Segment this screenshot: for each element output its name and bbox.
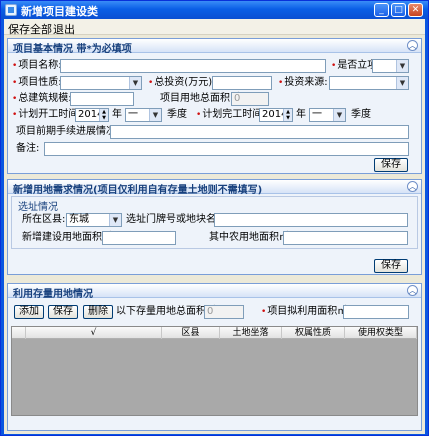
delete-button[interactable]: 删除 [83, 305, 113, 319]
new-area-input[interactable] [102, 231, 176, 245]
investment-label: •总投资(万元): [148, 77, 216, 88]
farmland-input[interactable] [283, 231, 408, 245]
stock-land-title: 利用存量用地情况 [13, 289, 93, 300]
remarks-input[interactable] [44, 142, 409, 156]
stock-land-header: 利用存量用地情况 ︿ [8, 284, 421, 300]
farmland-label: 其中农用地面积㎡: [209, 232, 293, 243]
chevron-down-icon: ▼ [333, 109, 345, 121]
stock-total-input[interactable]: 0 [204, 305, 244, 319]
client-area: 保存全部 退出 项目基本情况 带*为必填项 ︿ •项目名称: •是否立项: ▼ … [4, 19, 425, 434]
new-land-header: 新增用地需求情况(项目仅利用自有存量土地则不需填写) ︿ [8, 180, 421, 196]
stock-land-table[interactable]: √ 区县 土地坐落 权属性质 使用权类型 [11, 326, 418, 416]
title-bar: 新增项目建设类 _ □ ✕ [1, 1, 428, 19]
chevron-down-icon: ▼ [396, 60, 408, 72]
planned-area-input[interactable] [343, 305, 409, 319]
investment-source-select[interactable]: ▼ [329, 76, 409, 90]
end-quarter-unit: 季度 [351, 109, 371, 120]
basic-info-panel: 项目基本情况 带*为必填项 ︿ •项目名称: •是否立项: ▼ •项目性质: ▼… [7, 38, 422, 174]
column-header-use-right[interactable]: 使用权类型 [345, 327, 417, 339]
start-year-spinner[interactable]: 2014 ▲ ▼ [75, 108, 109, 122]
basic-info-header: 项目基本情况 带*为必填项 ︿ [8, 39, 421, 55]
district-label: 所在区县: [22, 214, 66, 225]
new-land-title: 新增用地需求情况(项目仅利用自有存量土地则不需填写) [13, 185, 263, 196]
table-header: √ 区县 土地坐落 权属性质 使用权类型 [12, 327, 417, 339]
collapse-chevron-icon[interactable]: ︿ [407, 181, 418, 192]
collapse-chevron-icon[interactable]: ︿ [407, 40, 418, 51]
district-select[interactable]: 东城 ▼ [66, 213, 122, 227]
start-quarter-select[interactable]: 一 ▼ [125, 108, 162, 122]
end-time-label: •计划完工时间: [196, 109, 266, 120]
plot-input[interactable] [214, 213, 408, 227]
close-icon[interactable]: ✕ [408, 3, 423, 17]
progress-input[interactable] [110, 125, 409, 139]
spinner-arrows-icon: ▲ ▼ [99, 109, 108, 121]
approved-select[interactable]: ▼ [372, 59, 409, 73]
chevron-down-icon: ▼ [129, 77, 141, 89]
chevron-down-icon: ▼ [109, 214, 121, 226]
building-scale-input[interactable] [70, 92, 134, 106]
app-icon [5, 4, 17, 16]
app-window: 新增项目建设类 _ □ ✕ 保存全部 退出 项目基本情况 带*为必填项 ︿ •项… [0, 0, 429, 436]
chevron-down-icon: ▼ [149, 109, 161, 121]
spinner-arrows-icon: ▲ ▼ [283, 109, 292, 121]
building-scale-label: •总建筑规模: [12, 93, 72, 104]
menu-exit[interactable]: 退出 [53, 21, 75, 37]
column-header-check[interactable]: √ [26, 327, 162, 339]
menu-bar: 保存全部 退出 [4, 19, 425, 37]
site-group: 选址情况 所在区县: 东城 ▼ 选址门牌号或地块名称: 新增建设用地面积㎡: 其中… [11, 196, 418, 249]
end-quarter-select[interactable]: 一 ▼ [309, 108, 346, 122]
menu-save-all[interactable]: 保存全部 [8, 21, 52, 37]
basic-save-button[interactable]: 保存 [374, 158, 408, 172]
row-header-corner [12, 327, 26, 339]
start-time-label: •计划开工时间: [12, 109, 82, 120]
land-area-input[interactable]: 0 [231, 92, 269, 106]
end-year-spinner[interactable]: 2014 ▲ ▼ [259, 108, 293, 122]
column-header-ownership[interactable]: 权属性质 [282, 327, 345, 339]
investment-source-label: •投资来源: [278, 77, 328, 88]
project-nature-select[interactable]: ▼ [60, 76, 142, 90]
project-name-label: •项目名称: [12, 60, 62, 71]
planned-area-label: •项目拟利用面积㎡: [261, 306, 351, 317]
add-button[interactable]: 添加 [14, 305, 44, 319]
progress-label: 项目前期手续进展情况: [16, 126, 120, 137]
stock-land-panel: 利用存量用地情况 ︿ 添加 保存 删除 以下存量用地总面积㎡: 0 •项目拟利用… [7, 283, 422, 431]
window-title: 新增项目建设类 [21, 5, 98, 18]
remarks-label: 备注: [16, 143, 40, 154]
project-name-input[interactable] [60, 59, 326, 73]
investment-input[interactable] [212, 76, 272, 90]
collapse-chevron-icon[interactable]: ︿ [407, 285, 418, 296]
end-year-unit: 年 [296, 109, 306, 120]
start-quarter-unit: 季度 [167, 109, 187, 120]
chevron-down-icon: ▼ [396, 77, 408, 89]
new-land-panel: 新增用地需求情况(项目仅利用自有存量土地则不需填写) ︿ 选址情况 所在区县: … [7, 179, 422, 275]
stock-save-button[interactable]: 保存 [48, 305, 78, 319]
column-header-location[interactable]: 土地坐落 [220, 327, 282, 339]
basic-info-title: 项目基本情况 带*为必填项 [13, 44, 132, 55]
site-group-title: 选址情况 [18, 202, 58, 213]
project-nature-label: •项目性质: [12, 77, 62, 88]
column-header-district[interactable]: 区县 [162, 327, 220, 339]
start-year-unit: 年 [112, 109, 122, 120]
minimize-icon[interactable]: _ [374, 3, 389, 17]
new-land-save-button[interactable]: 保存 [374, 259, 408, 273]
maximize-icon[interactable]: □ [391, 3, 406, 17]
